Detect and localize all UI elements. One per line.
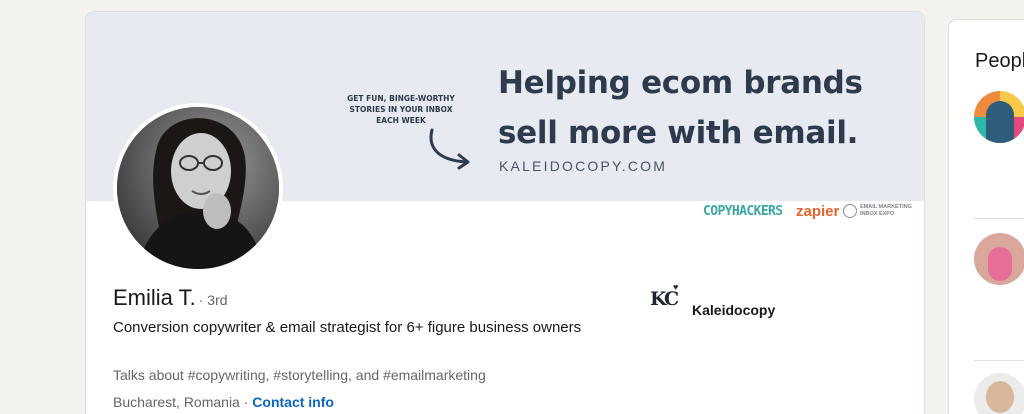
- inbox-expo-text: EMAIL MARKETING INBOX EXPO: [860, 204, 912, 218]
- profile-talks-about: Talks about #copywriting, #storytelling,…: [113, 367, 486, 383]
- suggested-person-avatar[interactable]: [974, 91, 1024, 143]
- profile-name-row: Emilia T. · 3rd: [113, 285, 228, 311]
- profile-name: Emilia T.: [113, 285, 196, 310]
- contact-info-link[interactable]: Contact info: [252, 394, 334, 410]
- profile-photo-image: [117, 107, 279, 269]
- company-logo: KC ♥: [648, 281, 682, 315]
- profile-headline: Conversion copywriter & email strategist…: [113, 319, 582, 336]
- profile-location-row: Bucharest, Romania · Contact info: [113, 394, 334, 410]
- curved-arrow-icon: [429, 128, 470, 170]
- list-divider: [974, 218, 1024, 219]
- suggested-person-avatar[interactable]: [974, 373, 1024, 414]
- heart-icon: ♥: [673, 282, 679, 292]
- banner-tagline-line: GET FUN, BINGE-WORTHY: [347, 94, 455, 103]
- banner-url: KALEIDOCOPY.COM: [499, 158, 668, 174]
- location-separator: ·: [239, 394, 253, 410]
- person-avatar-icon: [988, 247, 1012, 281]
- people-also-viewed-panel: People also viewed: [949, 20, 1024, 414]
- profile-photo[interactable]: [113, 103, 283, 273]
- connection-degree-badge: · 3rd: [198, 292, 228, 308]
- suggested-person-avatar[interactable]: [974, 233, 1024, 285]
- banner-headline: Helping ecom brands sell more with email…: [498, 58, 863, 158]
- banner-tagline: GET FUN, BINGE-WORTHY STORIES IN YOUR IN…: [341, 93, 461, 126]
- banner-headline-line: Helping ecom brands: [498, 65, 863, 101]
- zapier-logo: zapier: [796, 203, 840, 220]
- banner-tagline-line: EACH WEEK: [376, 116, 426, 125]
- inbox-expo-line: INBOX EXPO: [860, 211, 895, 217]
- list-divider: [974, 360, 1024, 361]
- people-also-viewed-title: People also viewed: [975, 50, 1024, 72]
- inbox-expo-ring-icon: [843, 204, 857, 218]
- person-avatar-icon: [986, 101, 1014, 143]
- inbox-expo-logo: EMAIL MARKETING INBOX EXPO: [843, 204, 912, 218]
- copyhackers-logo: COPYHACKERS: [703, 204, 783, 219]
- profile-location: Bucharest, Romania: [113, 394, 240, 410]
- banner-headline-line: sell more with email.: [498, 115, 859, 151]
- banner-partner-logos: COPYHACKERS zapier EMAIL MARKETING INBOX…: [698, 201, 924, 223]
- inbox-expo-line: EMAIL MARKETING: [860, 204, 912, 210]
- person-avatar-icon: [986, 381, 1014, 413]
- company-name: Kaleidocopy: [692, 302, 776, 318]
- profile-card: GET FUN, BINGE-WORTHY STORIES IN YOUR IN…: [86, 12, 924, 414]
- banner-tagline-line: STORIES IN YOUR INBOX: [349, 105, 453, 114]
